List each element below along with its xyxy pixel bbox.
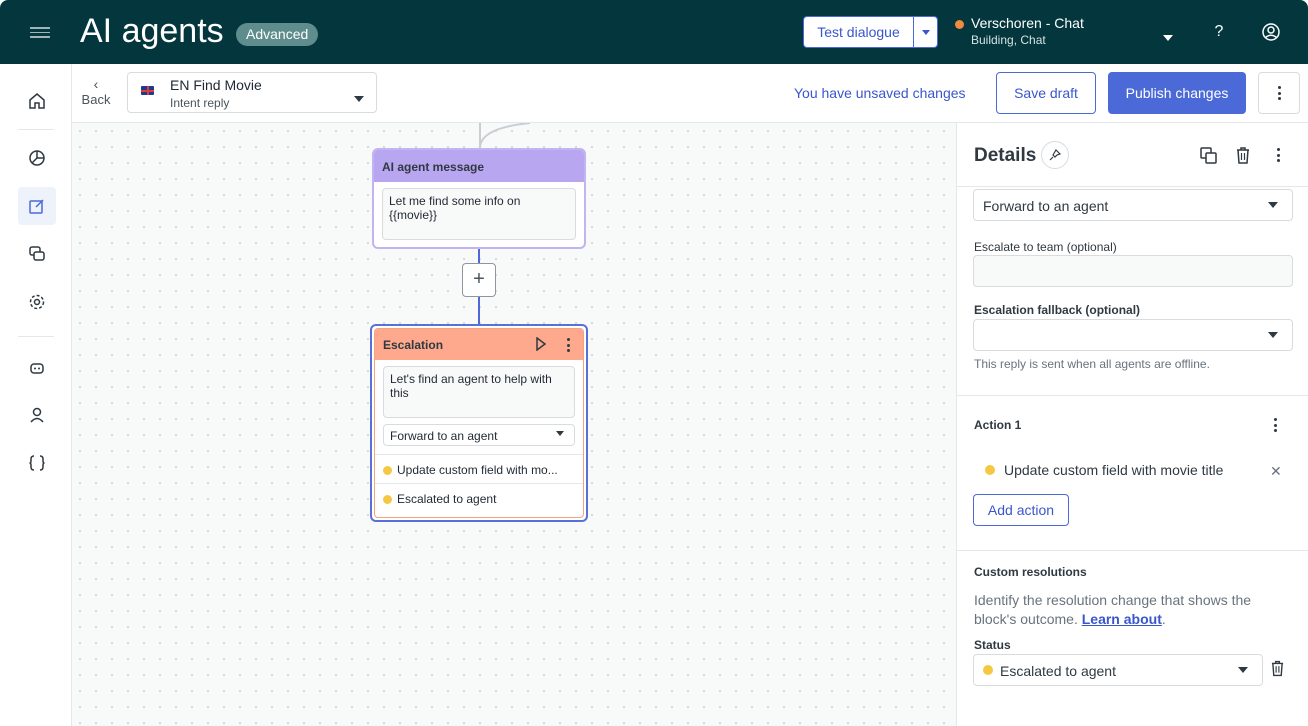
advanced-badge: Advanced: [236, 23, 319, 46]
section-divider: [957, 550, 1308, 551]
escalate-team-input[interactable]: [973, 255, 1293, 287]
user-icon[interactable]: [1261, 22, 1281, 42]
save-draft-button[interactable]: Save draft: [996, 72, 1096, 114]
workspace-subtitle: Building, Chat: [971, 33, 1046, 47]
card-title: AI agent message: [374, 150, 584, 182]
fallback-select[interactable]: [973, 319, 1293, 351]
intent-select[interactable]: EN Find Movie Intent reply: [127, 72, 377, 113]
nav-divider: [18, 336, 54, 337]
unsaved-changes-text: You have unsaved changes: [794, 85, 966, 101]
duplicate-icon[interactable]: [1198, 145, 1218, 165]
home-icon[interactable]: [18, 82, 56, 120]
status-value: Escalated to agent: [1000, 663, 1116, 679]
settings-icon[interactable]: [18, 283, 56, 321]
escalation-type-select[interactable]: Forward to an agent: [973, 189, 1293, 221]
custom-resolutions-title: Custom resolutions: [974, 565, 1087, 579]
help-icon[interactable]: ?: [1209, 22, 1229, 42]
workspace-name[interactable]: Verschoren - Chat: [971, 15, 1084, 31]
escalation-type-value: Forward to an agent: [983, 198, 1109, 214]
play-icon[interactable]: [535, 337, 547, 351]
details-panel: Details Forward to an agent Escalate to …: [956, 123, 1308, 726]
menu-icon[interactable]: [30, 24, 50, 40]
resolution-row[interactable]: Escalated to agent: [375, 483, 583, 512]
status-label: Status: [974, 638, 1011, 652]
chevron-down-icon: [1268, 332, 1278, 338]
status-select[interactable]: Escalated to agent: [973, 654, 1263, 686]
panel-title: Details: [974, 145, 1037, 166]
status-dot: [383, 495, 392, 504]
fallback-label: Escalation fallback (optional): [974, 303, 1141, 317]
action-row-label: Update custom field with mo...: [397, 463, 558, 477]
section-divider: [957, 395, 1308, 396]
trash-icon[interactable]: [1271, 660, 1284, 682]
escalate-team-label: Escalate to team (optional): [974, 240, 1117, 254]
connector-line: [478, 297, 480, 324]
chevron-down-icon: [1238, 667, 1248, 673]
user-icon[interactable]: [18, 396, 56, 434]
action-item[interactable]: Update custom field with movie title: [985, 462, 1223, 478]
action-row[interactable]: Update custom field with mo...: [375, 454, 583, 483]
chevron-down-icon: [556, 431, 564, 436]
panel-header: Details: [957, 123, 1308, 187]
intent-name: EN Find Movie: [170, 77, 262, 93]
status-dot: [985, 465, 995, 475]
pin-icon[interactable]: [1041, 141, 1069, 169]
escalation-card[interactable]: Escalation Let's find an agent to help w…: [370, 324, 588, 522]
action-title: Action 1: [974, 418, 1022, 432]
top-bar: AI agents Advanced Test dialogue Verscho…: [0, 0, 1308, 64]
sub-header: ‹ Back EN Find Movie Intent reply You ha…: [72, 64, 1308, 123]
workspace-chevron-icon[interactable]: [1163, 28, 1173, 46]
more-options-button[interactable]: [1258, 72, 1300, 114]
fallback-hint: This reply is sent when all agents are o…: [974, 357, 1210, 371]
analytics-icon[interactable]: [18, 139, 56, 177]
chevron-down-icon: [1268, 202, 1278, 208]
escalation-type-value: Forward to an agent: [390, 429, 498, 443]
card-title: Escalation: [383, 338, 444, 352]
left-nav: [0, 64, 72, 726]
back-label: Back: [81, 92, 111, 107]
edit-icon[interactable]: [18, 187, 56, 225]
action-kebab-icon[interactable]: [1274, 418, 1277, 432]
chevron-left-icon: ‹: [93, 76, 99, 92]
panel-kebab-icon[interactable]: [1268, 145, 1288, 165]
bot-icon[interactable]: [18, 349, 56, 387]
uk-flag-icon: [141, 86, 154, 95]
nav-divider: [18, 129, 54, 130]
resolution-row-label: Escalated to agent: [397, 492, 497, 506]
add-step-button[interactable]: +: [462, 263, 496, 297]
test-dialogue-dropdown[interactable]: [914, 17, 937, 47]
intent-type: Intent reply: [170, 96, 230, 110]
escalation-type-select[interactable]: Forward to an agent: [383, 424, 575, 446]
conversations-icon[interactable]: [18, 235, 56, 273]
test-dialogue-label[interactable]: Test dialogue: [804, 17, 914, 47]
connector-line: [478, 249, 480, 263]
back-button[interactable]: ‹ Back: [80, 76, 112, 107]
chevron-down-icon: [354, 89, 364, 107]
workspace-status-dot: [955, 20, 964, 29]
kebab-icon: [1277, 86, 1281, 100]
status-dot: [383, 466, 392, 475]
chevron-down-icon: [921, 29, 930, 35]
card-kebab-icon[interactable]: [567, 338, 570, 352]
ai-agent-message-card[interactable]: AI agent message Let me find some info o…: [372, 148, 586, 249]
custom-resolutions-description: Identify the resolution change that show…: [974, 592, 1252, 627]
publish-changes-button[interactable]: Publish changes: [1108, 72, 1246, 114]
code-braces-icon[interactable]: [18, 444, 56, 482]
trash-icon[interactable]: [1233, 145, 1253, 165]
message-text[interactable]: Let me find some info on {{movie}}: [382, 188, 576, 240]
learn-about-link[interactable]: Learn about: [1082, 611, 1162, 627]
add-action-button[interactable]: Add action: [973, 494, 1069, 526]
test-dialogue-button[interactable]: Test dialogue: [803, 16, 938, 48]
action-item-label: Update custom field with movie title: [1004, 462, 1224, 478]
escalation-text[interactable]: Let's find an agent to help with this: [383, 366, 575, 418]
app-title: AI agents: [80, 12, 224, 50]
remove-action-icon[interactable]: ✕: [1270, 463, 1282, 480]
status-dot: [983, 665, 993, 675]
flow-canvas[interactable]: AI agent message Let me find some info o…: [72, 123, 956, 726]
